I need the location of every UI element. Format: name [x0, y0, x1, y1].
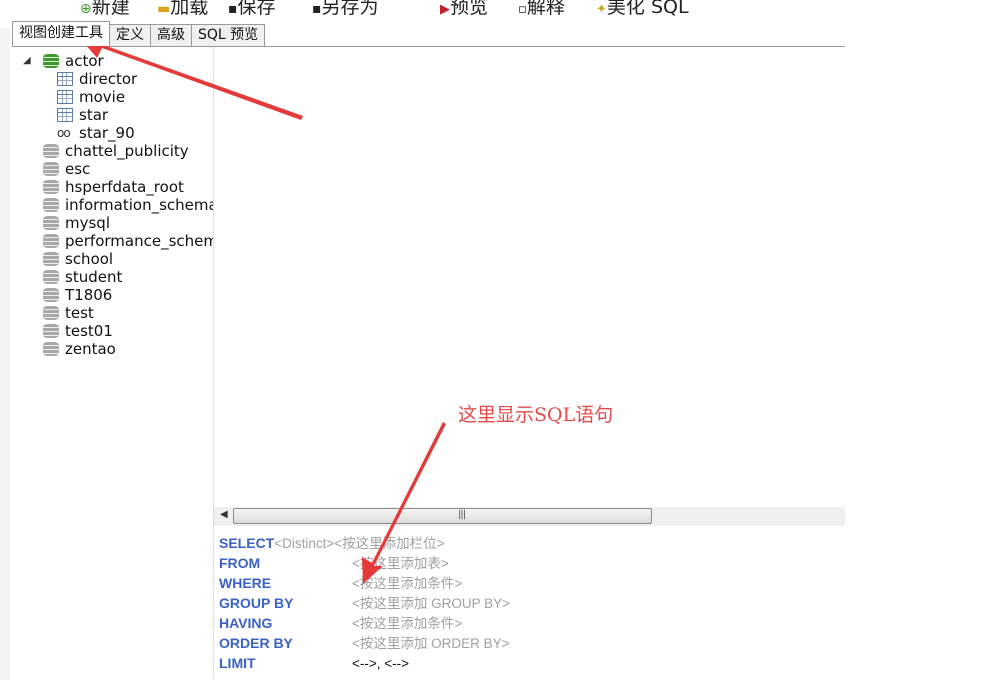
where-keyword: WHERE — [219, 575, 272, 591]
preview-button[interactable]: ▶预览 — [440, 0, 488, 18]
having-keyword: HAVING — [219, 615, 273, 631]
beautify-sql-button[interactable]: ✦美化 SQL — [596, 0, 689, 18]
add-group-by-placeholder[interactable]: <按这里添加 GROUP BY> — [352, 596, 510, 611]
add-field-placeholder[interactable]: <按这里添加栏位> — [334, 536, 444, 551]
group-by-clause: GROUP BY <按这里添加 GROUP BY> — [219, 593, 510, 613]
view-design-canvas[interactable] — [214, 47, 845, 507]
tab-definition[interactable]: 定义 — [109, 24, 151, 46]
tree-table-director[interactable]: director — [57, 70, 137, 88]
table-icon — [57, 108, 73, 122]
tree-db-item[interactable]: performance_schema — [40, 232, 213, 250]
tab-advanced[interactable]: 高级 — [150, 24, 192, 46]
database-icon — [43, 216, 59, 230]
group-by-keyword: GROUP BY — [219, 595, 294, 611]
database-icon — [43, 234, 59, 248]
database-icon — [43, 306, 59, 320]
add-where-placeholder[interactable]: <按这里添加条件> — [352, 576, 462, 591]
tree-db-item[interactable]: student — [40, 268, 122, 286]
tree-db-item[interactable]: test — [40, 304, 94, 322]
order-by-clause: ORDER BY <按这里添加 ORDER BY> — [219, 633, 510, 653]
add-order-by-placeholder[interactable]: <按这里添加 ORDER BY> — [352, 636, 510, 651]
order-by-keyword: ORDER BY — [219, 635, 293, 651]
select-keyword: SELECT — [219, 535, 275, 551]
distinct-toggle[interactable]: <Distinct> — [274, 536, 334, 551]
from-clause: FROM <按这里添加表> — [219, 553, 449, 573]
left-edge-panel — [0, 28, 10, 680]
save-icon: ▪ — [228, 1, 238, 17]
tree-table-movie[interactable]: movie — [57, 88, 125, 106]
add-icon: ⊕ — [80, 1, 92, 17]
tree-db-item[interactable]: information_schema — [40, 196, 213, 214]
database-icon — [43, 324, 59, 338]
limit-value[interactable]: <-->, <--> — [352, 656, 409, 671]
view-icon: oo — [57, 126, 71, 140]
limit-keyword: LIMIT — [219, 655, 256, 671]
toolbar: ⊕新建 ▬加载 ▪保存 ▪另存为 ▶预览 ▫解释 ✦美化 SQL — [0, 0, 845, 18]
explain-icon: ▫ — [518, 2, 527, 17]
sql-builder-pane: SELECT<Distinct><按这里添加栏位> FROM <按这里添加表> W… — [214, 527, 845, 680]
scroll-left-arrow-icon[interactable]: ◀ — [220, 509, 228, 520]
add-having-placeholder[interactable]: <按这里添加条件> — [352, 616, 462, 631]
database-icon — [43, 54, 59, 68]
database-icon — [43, 270, 59, 284]
save-button[interactable]: ▪保存 — [228, 0, 276, 18]
collapse-arrow-icon[interactable]: ◢ — [23, 55, 31, 66]
limit-clause: LIMIT <-->, <--> — [219, 653, 409, 673]
database-icon — [43, 342, 59, 356]
where-clause: WHERE <按这里添加条件> — [219, 573, 462, 593]
annotation-label: 这里显示SQL语句 — [458, 404, 614, 426]
play-icon: ▶ — [440, 2, 450, 17]
having-clause: HAVING <按这里添加条件> — [219, 613, 462, 633]
tree-db-item[interactable]: test01 — [40, 322, 113, 340]
folder-icon: ▬ — [157, 1, 171, 17]
grip-icon: ||| — [458, 509, 466, 520]
database-icon — [43, 198, 59, 212]
database-icon — [43, 162, 59, 176]
table-icon — [57, 90, 73, 104]
tab-view-builder[interactable]: 视图创建工具 — [12, 21, 110, 46]
tree-db-item[interactable]: hsperfdata_root — [40, 178, 184, 196]
tab-bar: 视图创建工具 定义 高级 SQL 预览 — [12, 21, 266, 46]
tree-view-star-90[interactable]: oo star_90 — [57, 124, 135, 142]
database-icon — [43, 252, 59, 266]
tree-db-item[interactable]: T1806 — [40, 286, 112, 304]
save-as-button[interactable]: ▪另存为 — [312, 0, 379, 18]
add-table-placeholder[interactable]: <按这里添加表> — [352, 556, 449, 571]
tab-sql-preview[interactable]: SQL 预览 — [191, 24, 266, 46]
save-as-icon: ▪ — [312, 1, 322, 17]
new-button[interactable]: ⊕新建 — [80, 0, 130, 18]
tree-table-star[interactable]: star — [57, 106, 108, 124]
tree-db-item[interactable]: mysql — [40, 214, 110, 232]
wand-icon: ✦ — [596, 2, 607, 17]
scrollbar-thumb[interactable]: ||| — [233, 508, 652, 524]
tree-db-item[interactable]: chattel_publicity — [40, 142, 189, 160]
horizontal-scrollbar[interactable]: ◀ ||| — [214, 507, 845, 526]
database-icon — [43, 288, 59, 302]
load-button[interactable]: ▬加载 — [157, 0, 208, 18]
tree-db-item[interactable]: zentao — [40, 340, 116, 358]
tree-db-item[interactable]: esc — [40, 160, 90, 178]
database-icon — [43, 180, 59, 194]
object-tree: ◢ actor director movie star oo star_90 ch… — [12, 47, 214, 680]
from-keyword: FROM — [219, 555, 261, 571]
database-icon — [43, 144, 59, 158]
table-icon — [57, 72, 73, 86]
explain-button[interactable]: ▫解释 — [518, 0, 565, 18]
tree-db-actor[interactable]: actor — [40, 52, 104, 70]
tree-db-item[interactable]: school — [40, 250, 113, 268]
select-clause: SELECT<Distinct><按这里添加栏位> — [219, 533, 445, 553]
